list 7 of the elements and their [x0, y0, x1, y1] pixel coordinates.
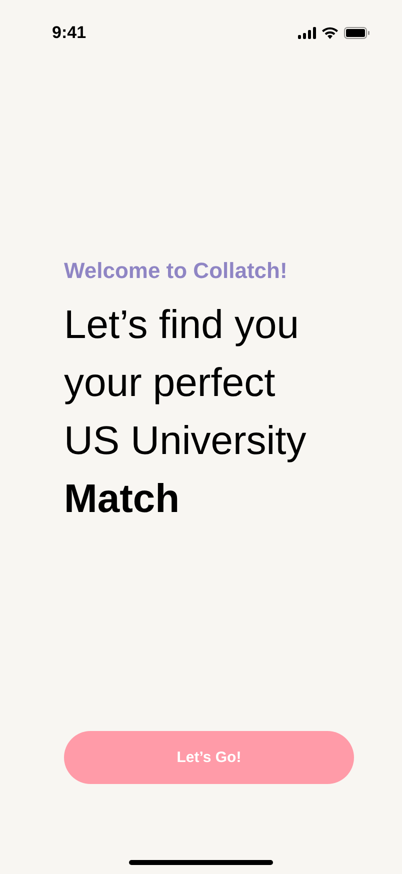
- welcome-text: Welcome to Collatch!: [64, 258, 288, 284]
- headline-text: Let’s find you your perfect US University Match: [64, 302, 308, 523]
- signal-icon: [298, 27, 316, 39]
- wifi-icon: [322, 27, 338, 39]
- status-time: 9:41: [52, 23, 86, 43]
- battery-icon: [344, 27, 370, 39]
- lets-go-button[interactable]: Let’s Go!: [64, 731, 354, 784]
